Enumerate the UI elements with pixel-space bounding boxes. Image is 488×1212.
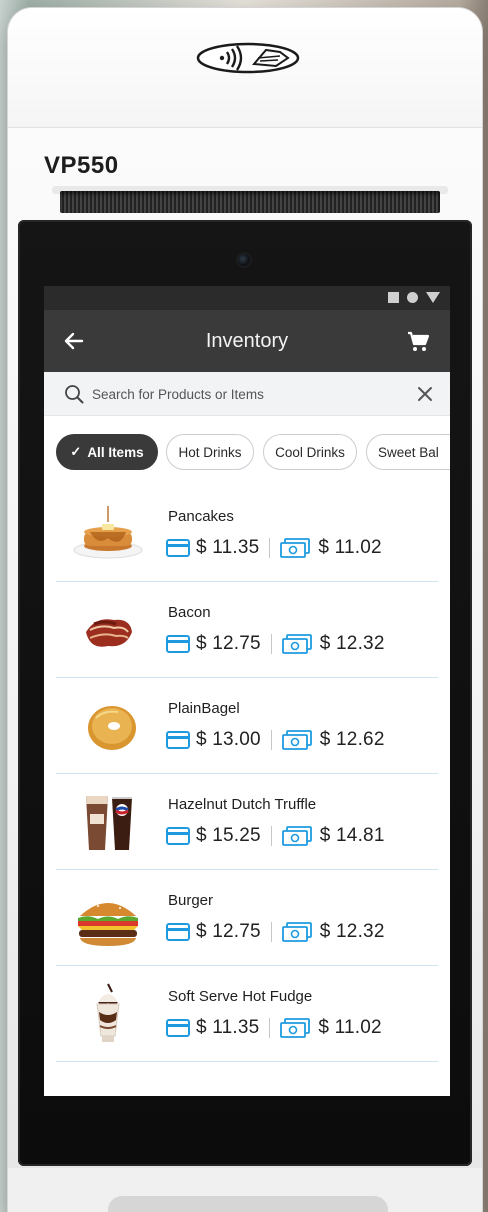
price-divider	[270, 730, 272, 750]
search-input[interactable]	[92, 380, 402, 408]
card-price: $ 11.35	[196, 537, 260, 558]
receipt-printer-slot	[60, 191, 440, 213]
check-icon: ✓	[70, 444, 82, 459]
card-icon	[166, 539, 190, 557]
cash-price: $ 12.32	[319, 633, 385, 654]
back-nav-icon	[426, 292, 440, 303]
item-name: Hazelnut Dutch Truffle	[168, 796, 317, 813]
burger-image	[78, 901, 138, 946]
list-item[interactable]: Soft Serve Hot Fudge $ 11.35 $ 11.02	[56, 966, 438, 1062]
model-label: VP550	[44, 152, 119, 179]
item-name: PlainBagel	[168, 700, 240, 717]
price-divider	[269, 538, 271, 558]
item-name: Bacon	[168, 604, 211, 621]
search-icon	[65, 385, 84, 404]
chip-sweet-bal[interactable]: Sweet Bal	[366, 434, 450, 470]
price-divider	[270, 634, 272, 654]
card-icon	[166, 731, 190, 749]
drinks-image	[86, 796, 132, 850]
pancakes-image	[73, 506, 143, 559]
item-name: Soft Serve Hot Fudge	[168, 988, 313, 1005]
app-bar: Inventory	[44, 310, 450, 372]
inventory-list: Pancakes $ 11.35 $ 11.02 Bacon $ 12.75 $…	[56, 486, 438, 1062]
list-item[interactable]: Pancakes $ 11.35 $ 11.02	[56, 486, 438, 582]
chip-hot-drinks[interactable]: Hot Drinks	[166, 434, 254, 470]
chip-label: Cool Drinks	[275, 444, 345, 460]
back-arrow-icon[interactable]	[62, 329, 86, 353]
list-item[interactable]: Burger $ 12.75 $ 12.32	[56, 870, 438, 966]
search-bar	[44, 372, 450, 416]
chip-label: Hot Drinks	[178, 444, 242, 460]
price-divider	[270, 826, 272, 846]
android-status-bar	[44, 286, 450, 310]
price-divider	[270, 922, 272, 942]
item-name: Burger	[168, 892, 214, 909]
cash-icon	[281, 922, 312, 942]
list-item[interactable]: PlainBagel $ 13.00 $ 12.62	[56, 678, 438, 774]
card-price: $ 15.25	[196, 825, 261, 846]
list-item[interactable]: Bacon $ 12.75 $ 12.32	[56, 582, 438, 678]
card-icon	[166, 635, 190, 653]
front-camera	[238, 254, 250, 266]
list-item[interactable]: Hazelnut Dutch Truffle $ 15.25 $ 14.81	[56, 774, 438, 870]
cash-price: $ 11.02	[318, 1017, 382, 1038]
cash-price: $ 12.62	[319, 729, 385, 750]
close-icon[interactable]	[416, 385, 434, 403]
cash-price: $ 12.32	[319, 921, 385, 942]
cash-icon	[281, 730, 312, 750]
card-icon	[166, 1019, 190, 1037]
bagel-image	[88, 706, 136, 750]
sundae-image	[96, 983, 120, 1042]
page-title: Inventory	[205, 329, 289, 352]
chip-cool-drinks[interactable]: Cool Drinks	[263, 434, 357, 470]
cash-icon	[280, 1018, 311, 1038]
bacon-image	[86, 619, 132, 647]
contactless-icon	[196, 42, 300, 74]
cash-icon	[281, 826, 312, 846]
card-price: $ 11.35	[196, 1017, 260, 1038]
cash-icon	[280, 538, 311, 558]
chip-all-items[interactable]: ✓ All Items	[56, 434, 158, 470]
cash-price: $ 11.02	[318, 537, 382, 558]
terminal-foot	[108, 1196, 388, 1212]
app-screen: Inventory ✓ All Items Hot Drinks Cool Dr…	[44, 286, 450, 1096]
price-divider	[269, 1018, 271, 1038]
recents-icon	[388, 292, 399, 303]
home-icon	[407, 292, 418, 303]
cash-price: $ 14.81	[319, 825, 385, 846]
chip-label: All Items	[87, 444, 144, 460]
card-price: $ 12.75	[196, 921, 261, 942]
card-price: $ 12.75	[196, 633, 261, 654]
card-icon	[166, 827, 190, 845]
cash-icon	[281, 634, 312, 654]
item-name: Pancakes	[168, 508, 234, 525]
card-icon	[166, 923, 190, 941]
chip-label: Sweet Bal	[378, 444, 439, 460]
card-price: $ 13.00	[196, 729, 261, 750]
category-filter: ✓ All Items Hot Drinks Cool Drinks Sweet…	[44, 416, 450, 486]
cart-icon[interactable]	[406, 330, 430, 354]
